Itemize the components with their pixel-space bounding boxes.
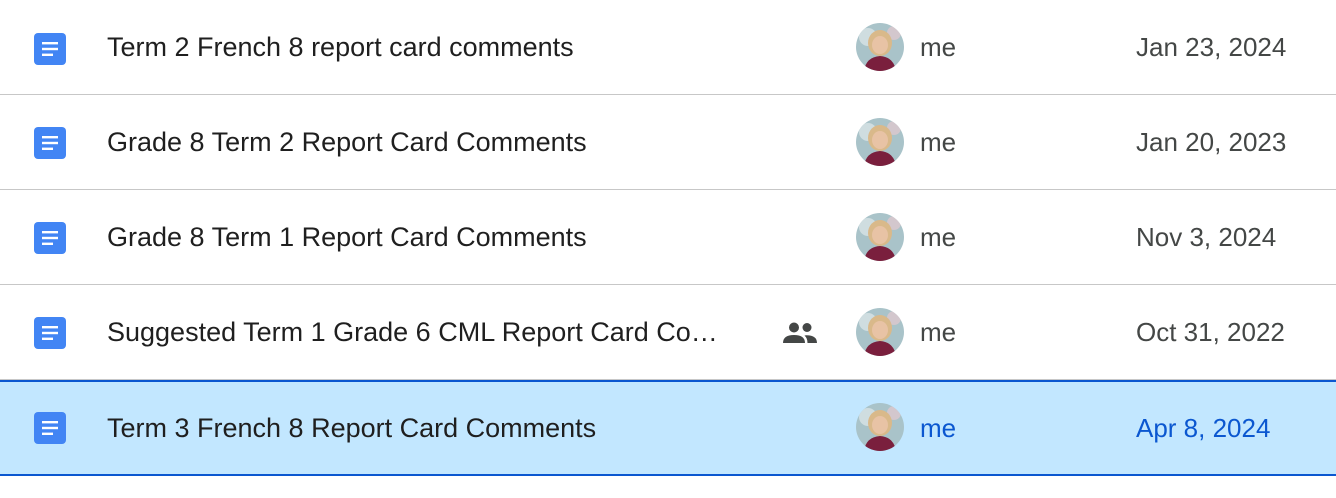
- file-row[interactable]: Grade 8 Term 1 Report Card Comments me N…: [0, 190, 1336, 285]
- file-name[interactable]: Term 3 French 8 Report Card Comments: [107, 382, 596, 474]
- owner-avatar: [856, 308, 904, 356]
- modified-date: Apr 8, 2024: [1136, 413, 1271, 443]
- owner-name: me: [920, 32, 957, 62]
- owner-name: me: [920, 222, 957, 252]
- file-name[interactable]: Grade 8 Term 1 Report Card Comments: [107, 190, 587, 285]
- shared-people-icon: [783, 322, 817, 343]
- file-list: Term 2 French 8 report card comments me …: [0, 0, 1336, 476]
- owner-avatar: [856, 23, 904, 71]
- file-row[interactable]: Grade 8 Term 2 Report Card Comments me J…: [0, 95, 1336, 190]
- file-name[interactable]: Term 2 French 8 report card comments: [107, 0, 574, 95]
- owner-name: me: [920, 413, 957, 443]
- file-row[interactable]: Suggested Term 1 Grade 6 CML Report Card…: [0, 285, 1336, 380]
- google-docs-icon: [34, 127, 66, 159]
- google-docs-icon: [34, 222, 66, 254]
- owner-name: me: [920, 317, 957, 347]
- google-docs-icon: [34, 33, 66, 65]
- owner-avatar: [856, 403, 904, 451]
- google-docs-icon: [34, 412, 66, 444]
- google-docs-icon: [34, 317, 66, 349]
- modified-date: Oct 31, 2022: [1136, 317, 1285, 347]
- owner-avatar: [856, 118, 904, 166]
- file-row-selected[interactable]: Term 3 French 8 Report Card Comments me …: [0, 380, 1336, 476]
- modified-date: Nov 3, 2024: [1136, 222, 1277, 252]
- file-name[interactable]: Suggested Term 1 Grade 6 CML Report Card…: [107, 285, 718, 380]
- file-row[interactable]: Term 2 French 8 report card comments me …: [0, 0, 1336, 95]
- file-name[interactable]: Grade 8 Term 2 Report Card Comments: [107, 95, 587, 190]
- owner-avatar: [856, 213, 904, 261]
- modified-date: Jan 23, 2024: [1136, 32, 1287, 62]
- modified-date: Jan 20, 2023: [1136, 127, 1287, 157]
- owner-name: me: [920, 127, 957, 157]
